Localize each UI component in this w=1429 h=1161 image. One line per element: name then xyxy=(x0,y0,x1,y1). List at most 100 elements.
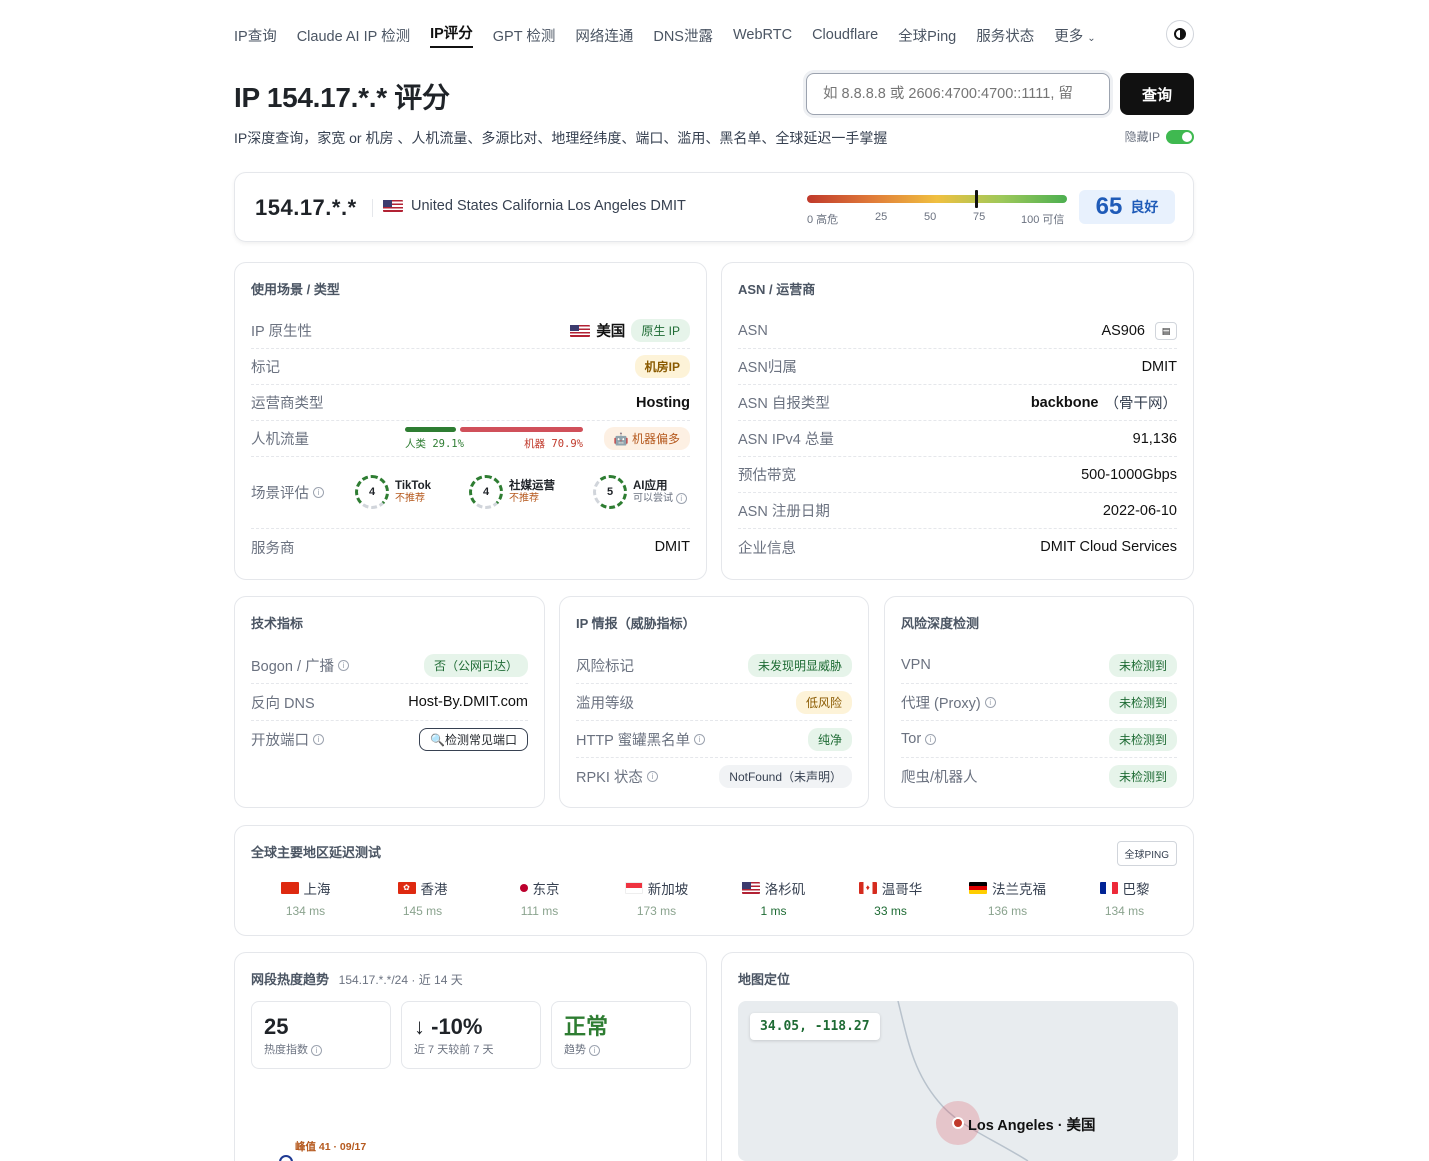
theme-toggle-button[interactable] xyxy=(1166,20,1194,48)
trend-stat: 正常 趋势 i xyxy=(551,1001,691,1069)
trend-subtitle: 154.17.*.*/24 · 近 14 天 xyxy=(338,973,463,987)
trend-title: 网段热度趋势 xyxy=(251,972,330,987)
latency-item: ♦ 温哥华 33 ms xyxy=(832,878,949,918)
row-isp-type: 运营商类型 Hosting xyxy=(251,385,690,421)
scene-note-text: 可以尝试 xyxy=(633,492,673,504)
scene-name: AI应用 xyxy=(633,479,668,492)
scene-item: 4 TikTok 不推荐 xyxy=(355,475,431,509)
row-value: 美国 原生 IP xyxy=(570,319,690,342)
asn-row: 预估带宽 500-1000Gbps xyxy=(738,457,1177,493)
stat-label-text: 热度指数 xyxy=(264,1044,308,1056)
us-flag-icon xyxy=(741,882,760,894)
global-ping-button[interactable]: 全球PING xyxy=(1116,841,1177,866)
risk-card: 风险深度检测 VPN 未检测到 代理 (Proxy) i 未检测到 Tor i 未检… xyxy=(884,596,1194,808)
nav-connectivity[interactable]: 网络连通 xyxy=(575,25,633,46)
latency-value: 1 ms xyxy=(760,904,787,918)
row-value: 500-1000Gbps xyxy=(1081,466,1177,483)
human-bar xyxy=(405,427,456,432)
row-label: ASN 自报类型 xyxy=(738,396,830,412)
info-icon[interactable]: i xyxy=(925,733,937,745)
traffic-badge-label: 机器偏多 xyxy=(631,432,680,446)
info-icon[interactable]: i xyxy=(984,696,996,708)
nav-more-label: 更多 xyxy=(1054,28,1084,45)
nav-gpt-check[interactable]: GPT 检测 xyxy=(493,25,556,46)
trend-card: 网段热度趋势 154.17.*.*/24 · 近 14 天 25 热度指数 i … xyxy=(234,952,707,1161)
asn-row: ASN 自报类型 backbone （骨干网） xyxy=(738,385,1177,421)
nav-service-status[interactable]: 服务状态 xyxy=(976,25,1034,46)
risk-row: 爬虫/机器人 未检测到 xyxy=(901,758,1177,795)
query-button[interactable]: 查询 xyxy=(1120,73,1194,115)
intel-row: HTTP 蜜罐黑名单 i 纯净 xyxy=(576,721,852,758)
nav-ip-lookup[interactable]: IP查询 xyxy=(234,25,277,46)
info-icon[interactable]: i xyxy=(311,1045,323,1056)
check-ports-button[interactable]: 🔍检测常见端口 xyxy=(419,728,528,751)
traffic-bar: 人类 29.1% 机器 70.9% xyxy=(405,427,583,453)
row-label-text: RPKI 状态 xyxy=(576,770,643,786)
info-icon[interactable]: i xyxy=(589,1045,601,1056)
row-label: Tor i xyxy=(901,731,937,747)
us-flag-icon xyxy=(570,324,591,337)
city-name: 香港 xyxy=(420,882,448,897)
row-label: Bogon / 广播 i xyxy=(251,655,350,676)
peak-marker xyxy=(279,1155,293,1161)
page-title: IP 154.17.*.* 评分 xyxy=(234,82,450,113)
latency-value: 136 ms xyxy=(987,904,1028,918)
row-ports: 开放端口 i 🔍检测常见端口 xyxy=(251,721,528,758)
search-input[interactable] xyxy=(806,73,1110,115)
row-value: DMIT xyxy=(1141,358,1177,375)
nav-ip-score[interactable]: IP评分 xyxy=(430,22,473,48)
provider-value: DMIT xyxy=(654,539,690,555)
status-badge: NotFound（未声明） xyxy=(719,765,852,788)
intel-row: 滥用等级 低风险 xyxy=(576,684,852,721)
nav-webrtc[interactable]: WebRTC xyxy=(733,27,792,43)
info-icon[interactable]: i xyxy=(675,493,687,504)
city-name: 法兰克福 xyxy=(992,882,1046,897)
row-label: ASN xyxy=(738,322,768,339)
row-label: 滥用等级 xyxy=(576,695,634,712)
scene-score-ring: 4 xyxy=(355,475,389,509)
row-label-text: HTTP 蜜罐黑名单 xyxy=(576,732,691,749)
asn-row: ASN AS906 ▤ xyxy=(738,313,1177,349)
nav-cloudflare[interactable]: Cloudflare xyxy=(812,27,878,43)
latency-card: 全球主要地区延迟测试 全球PING 上海 134 ms ✿ 香港 145 ms 东… xyxy=(234,825,1194,936)
nav-global-ping[interactable]: 全球Ping xyxy=(898,25,956,46)
scene-note: 可以尝试 i xyxy=(633,493,687,505)
city-name: 巴黎 xyxy=(1122,882,1150,897)
asn-card: ASN / 运营商 ASN AS906 ▤ ASN归属 DMIT ASN 自报类… xyxy=(721,262,1194,580)
row-native: IP 原生性 美国 原生 IP xyxy=(251,313,690,349)
info-icon[interactable]: i xyxy=(694,733,706,745)
copy-icon[interactable]: ▤ xyxy=(1155,321,1177,340)
info-icon[interactable]: i xyxy=(313,487,324,498)
risk-row: VPN 未检测到 xyxy=(901,647,1177,684)
card-title: 地图定位 xyxy=(738,972,791,987)
gauge-needle xyxy=(974,190,978,208)
latency-value: 134 ms xyxy=(285,904,326,918)
row-label: ASN 注册日期 xyxy=(738,504,830,520)
scene-item: 5 AI应用 可以尝试 i xyxy=(593,475,687,509)
location-map[interactable]: 34.05, -118.27 Los Angeles · 美国 xyxy=(738,1001,1178,1161)
status-badge: 未检测到 xyxy=(1108,727,1177,751)
hide-ip-toggle[interactable] xyxy=(1166,129,1194,144)
stat-value: ↓ -10% xyxy=(414,1014,528,1040)
row-label: 反向 DNS xyxy=(251,695,315,712)
intel-card: IP 情报（威胁指标） 风险标记 未发现明显威胁 滥用等级 低风险 HTTP 蜜… xyxy=(559,596,869,808)
tag-badge: 机房IP xyxy=(634,355,690,378)
info-icon[interactable]: i xyxy=(313,734,324,745)
row-label: 服务商 xyxy=(251,540,295,557)
nav-more[interactable]: 更多 ⌄ xyxy=(1054,25,1095,46)
map-card: 地图定位 34.05, -118.27 Los Angeles · 美国 xyxy=(721,952,1194,1161)
nav-dns-leak[interactable]: DNS泄露 xyxy=(653,25,713,46)
location-pin-icon xyxy=(952,1117,964,1129)
status-badge: 未检测到 xyxy=(1108,653,1177,677)
scene-note: 不推荐 xyxy=(509,492,539,504)
robot-icon: 🤖 xyxy=(613,432,629,446)
nav-claude-check[interactable]: Claude AI IP 检测 xyxy=(297,25,410,46)
asn-row: ASN 注册日期 2022-06-10 xyxy=(738,493,1177,529)
stat-label: 热度指数 i xyxy=(264,1044,323,1056)
stat-value: 正常 xyxy=(564,1014,609,1039)
info-icon[interactable]: i xyxy=(646,771,658,782)
china-flag-icon xyxy=(280,882,299,894)
info-icon[interactable]: i xyxy=(338,659,350,671)
asn-row: ASN IPv4 总量 91,136 xyxy=(738,421,1177,457)
change-stat: ↓ -10% 近 7 天较前 7 天 xyxy=(401,1001,541,1069)
